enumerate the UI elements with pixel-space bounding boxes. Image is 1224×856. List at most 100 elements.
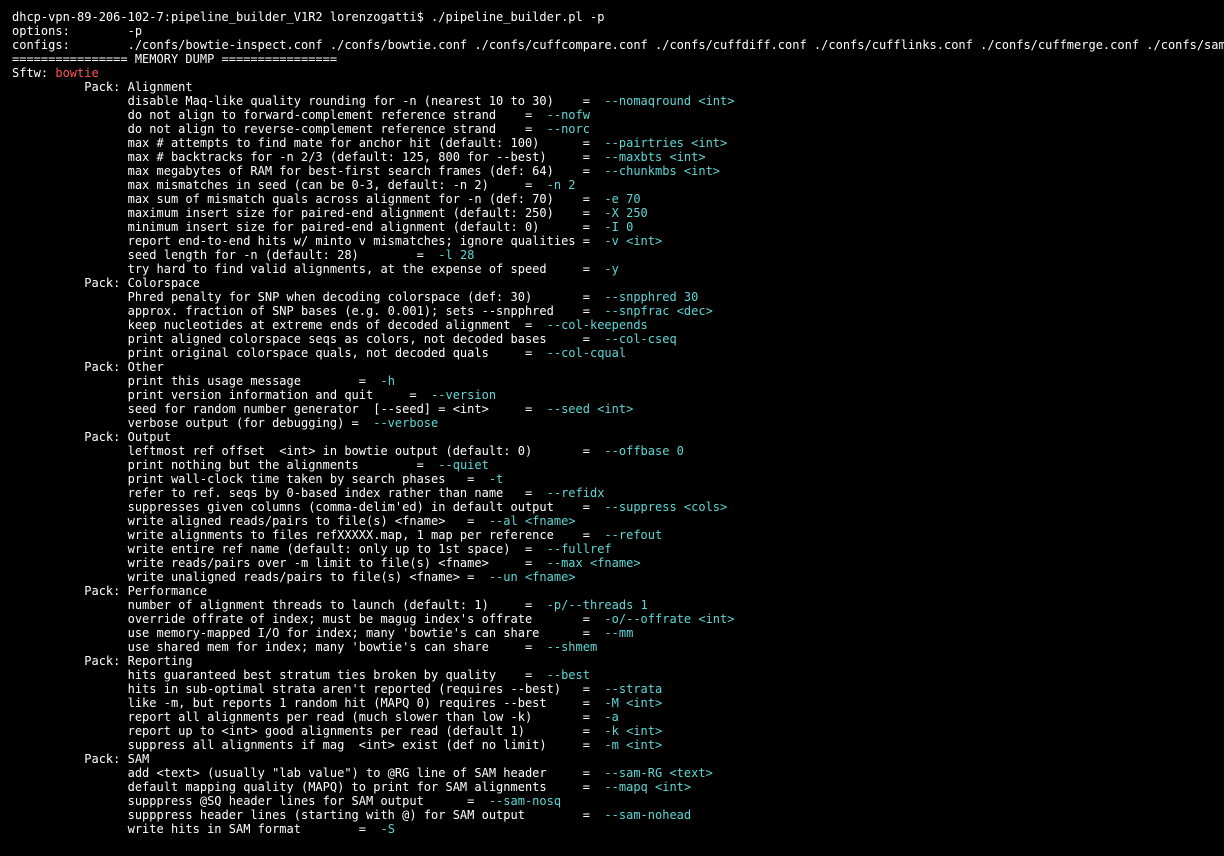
option-flag: --chunkmbs <int> (604, 164, 720, 178)
option-description: add <text> (usually "lab value") to @RG … (12, 766, 604, 780)
option-description: keep nucleotides at extreme ends of deco… (12, 318, 547, 332)
option-row: default mapping quality (MAPQ) to print … (12, 780, 1212, 794)
option-description: write hits in SAM format = (12, 822, 380, 836)
option-row: print this usage message = -h (12, 374, 1212, 388)
sftw-label: Sftw: (12, 66, 55, 80)
pack-title: Pack: Alignment (12, 80, 193, 94)
option-flag: --nofw (547, 108, 590, 122)
prompt-line: dhcp-vpn-89-206-102-7:pipeline_builder_V… (12, 10, 1212, 24)
option-row: use shared mem for index; many 'bowtie's… (12, 640, 1212, 654)
option-row: max megabytes of RAM for best-first sear… (12, 164, 1212, 178)
option-flag: -M <int> (604, 696, 662, 710)
option-row: leftmost ref offset <int> in bowtie outp… (12, 444, 1212, 458)
option-flag: --quiet (438, 458, 489, 472)
pack-title: Pack: SAM (12, 752, 149, 766)
option-description: write entire ref name (default: only up … (12, 542, 547, 556)
pack-header: Pack: Output (12, 430, 1212, 444)
pack-header: Pack: Reporting (12, 654, 1212, 668)
option-row: max # attempts to find mate for anchor h… (12, 136, 1212, 150)
option-row: print original colorspace quals, not dec… (12, 346, 1212, 360)
pack-title: Pack: Output (12, 430, 171, 444)
option-flag: -h (380, 374, 394, 388)
option-description: print wall-clock time taken by search ph… (12, 472, 489, 486)
option-row: supppress @SQ header lines for SAM outpu… (12, 794, 1212, 808)
option-row: override offrate of index; must be magug… (12, 612, 1212, 626)
sftw-line: Sftw: bowtie (12, 66, 1212, 80)
option-flag: -e 70 (604, 192, 640, 206)
option-flag: --maxbts <int> (604, 150, 705, 164)
option-description: print aligned colorspace seqs as colors,… (12, 332, 604, 346)
option-flag: --version (431, 388, 496, 402)
pack-title: Pack: Colorspace (12, 276, 200, 290)
option-flag: -a (604, 710, 618, 724)
option-description: max sum of mismatch quals across alignme… (12, 192, 604, 206)
option-row: write alignments to files refXXXXX.map, … (12, 528, 1212, 542)
options-line: options: -p (12, 24, 142, 38)
option-row: do not align to forward-complement refer… (12, 108, 1212, 122)
option-flag: -y (604, 262, 618, 276)
option-flag: --verbose (373, 416, 438, 430)
option-row: print version information and quit = --v… (12, 388, 1212, 402)
option-description: max megabytes of RAM for best-first sear… (12, 164, 604, 178)
option-description: verbose output (for debugging) = (12, 416, 373, 430)
option-description: max # attempts to find mate for anchor h… (12, 136, 604, 150)
option-row: number of alignment threads to launch (d… (12, 598, 1212, 612)
option-row: report all alignments per read (much slo… (12, 710, 1212, 724)
option-flag: --sam-nosq (489, 794, 561, 808)
option-row: max sum of mismatch quals across alignme… (12, 192, 1212, 206)
option-description: try hard to find valid alignments, at th… (12, 262, 604, 276)
option-description: use memory-mapped I/O for index; many 'b… (12, 626, 604, 640)
pack-header: Pack: Other (12, 360, 1212, 374)
option-flag: --sam-RG <text> (604, 766, 712, 780)
option-description: hits in sub-optimal strata aren't report… (12, 682, 604, 696)
option-flag: --col-cseq (604, 332, 676, 346)
option-description: write aligned reads/pairs to file(s) <fn… (12, 514, 489, 528)
memory-dump-header: ================ MEMORY DUMP ===========… (12, 52, 337, 66)
option-description: like -m, but reports 1 random hit (MAPQ … (12, 696, 604, 710)
option-flag: --seed <int> (547, 402, 634, 416)
option-row: refer to ref. seqs by 0-based index rath… (12, 486, 1212, 500)
option-flag: --suppress <cols> (604, 500, 727, 514)
option-flag: --max <fname> (547, 556, 641, 570)
option-flag: --snpfrac <dec> (604, 304, 712, 318)
option-flag: --mm (604, 626, 633, 640)
option-description: supppress header lines (starting with @)… (12, 808, 604, 822)
option-row: seed for random number generator [--seed… (12, 402, 1212, 416)
option-row: like -m, but reports 1 random hit (MAPQ … (12, 696, 1212, 710)
pack-header: Pack: Performance (12, 584, 1212, 598)
option-description: print nothing but the alignments = (12, 458, 438, 472)
option-row: print wall-clock time taken by search ph… (12, 472, 1212, 486)
option-row: do not align to reverse-complement refer… (12, 122, 1212, 136)
option-row: max mismatches in seed (can be 0-3, defa… (12, 178, 1212, 192)
option-row: write aligned reads/pairs to file(s) <fn… (12, 514, 1212, 528)
configs-line: configs: ./confs/bowtie-inspect.conf ./c… (12, 38, 1224, 52)
shell-command: ./pipeline_builder.pl -p (431, 10, 604, 24)
option-row: report end-to-end hits w/ minto v mismat… (12, 234, 1212, 248)
option-flag: --col-cqual (547, 346, 626, 360)
option-description: write unaligned reads/pairs to file(s) <… (12, 570, 489, 584)
option-description: seed length for -n (default: 28) = (12, 248, 438, 262)
option-row: write unaligned reads/pairs to file(s) <… (12, 570, 1212, 584)
option-description: print this usage message = (12, 374, 380, 388)
pack-title: Pack: Performance (12, 584, 207, 598)
option-flag: --shmem (547, 640, 598, 654)
option-description: use shared mem for index; many 'bowtie's… (12, 640, 547, 654)
option-row: maximum insert size for paired-end align… (12, 206, 1212, 220)
option-description: leftmost ref offset <int> in bowtie outp… (12, 444, 604, 458)
option-description: override offrate of index; must be magug… (12, 612, 604, 626)
option-row: print nothing but the alignments = --qui… (12, 458, 1212, 472)
option-flag: --refout (604, 528, 662, 542)
option-flag: -I 0 (604, 220, 633, 234)
option-description: refer to ref. seqs by 0-based index rath… (12, 486, 547, 500)
pack-header: Pack: Colorspace (12, 276, 1212, 290)
option-flag: -m <int> (604, 738, 662, 752)
option-description: write alignments to files refXXXXX.map, … (12, 528, 604, 542)
option-row: add <text> (usually "lab value") to @RG … (12, 766, 1212, 780)
pack-header: Pack: SAM (12, 752, 1212, 766)
option-flag: -p/--threads 1 (547, 598, 648, 612)
terminal-output[interactable]: dhcp-vpn-89-206-102-7:pipeline_builder_V… (0, 0, 1224, 856)
option-flag: --un <fname> (489, 570, 576, 584)
option-flag: --nomaqround <int> (604, 94, 734, 108)
option-flag: --snpphred 30 (604, 290, 698, 304)
option-row: verbose output (for debugging) = --verbo… (12, 416, 1212, 430)
